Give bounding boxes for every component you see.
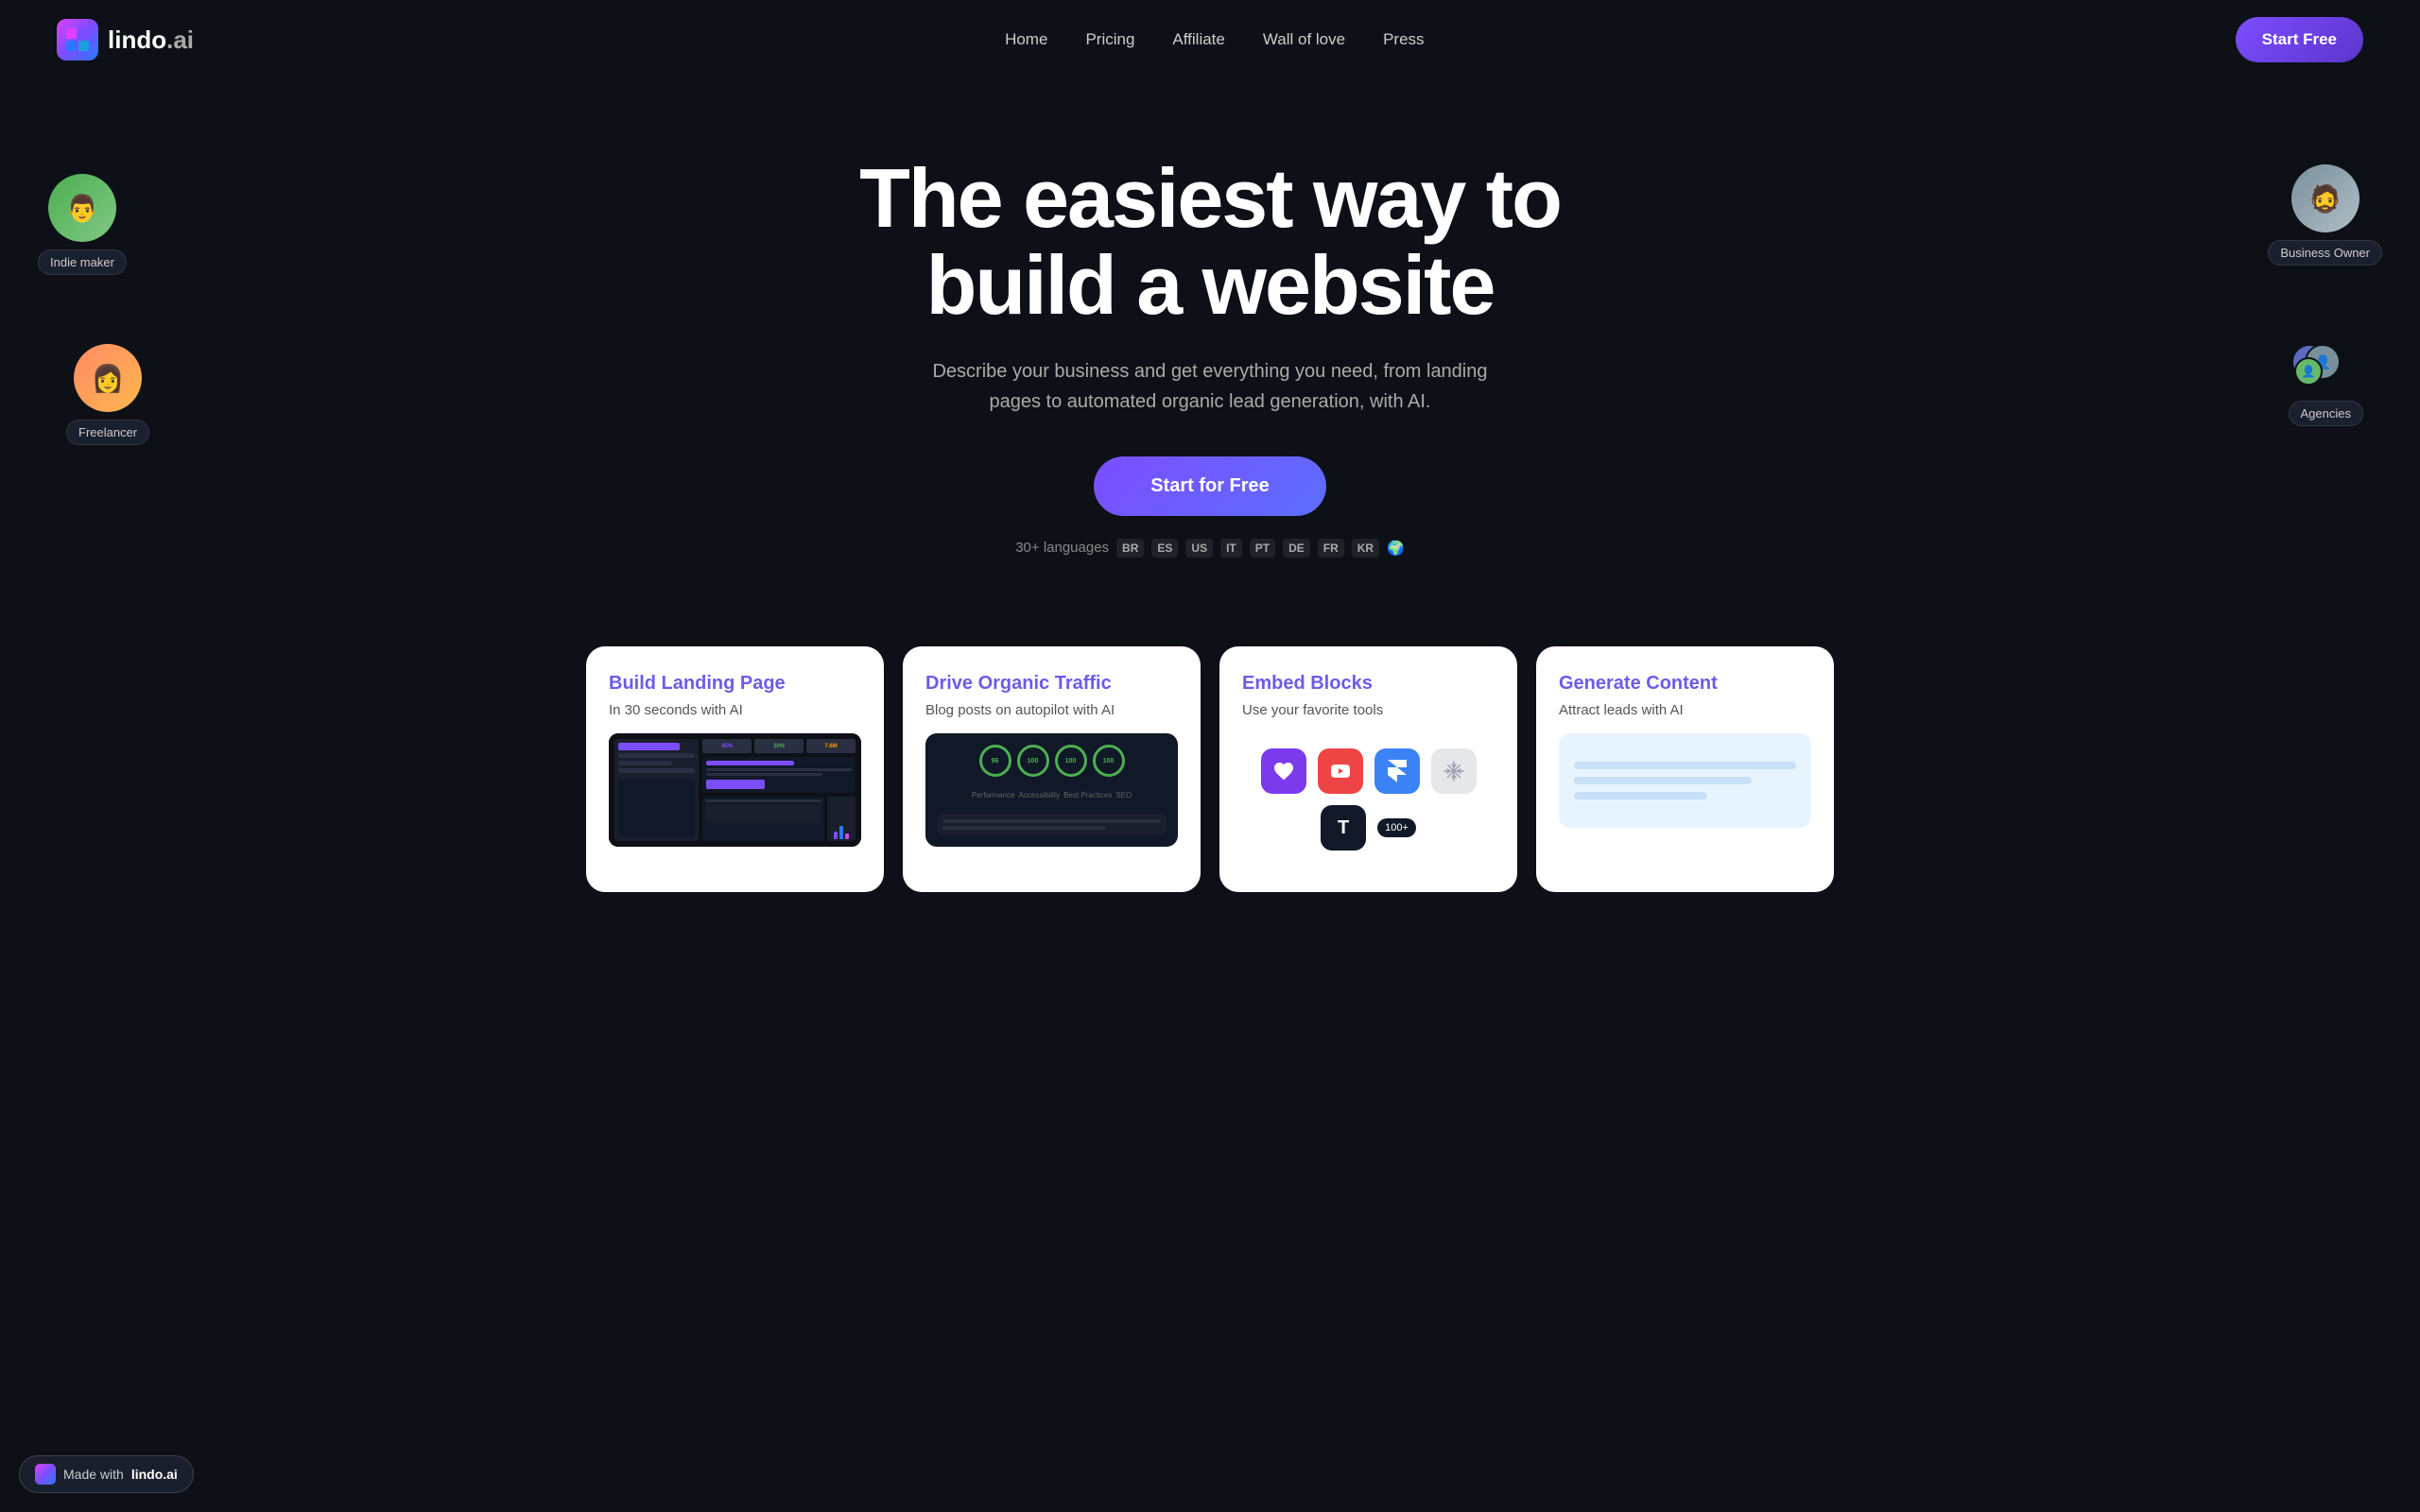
- lang-kr: KR: [1352, 539, 1379, 558]
- made-with-brand: lindo.ai: [131, 1467, 178, 1482]
- feature-embed-title: Embed Blocks: [1242, 673, 1495, 695]
- feature-generate-subtitle: Attract leads with AI: [1559, 702, 1811, 718]
- logo-text: lindo.ai: [108, 26, 194, 55]
- nav-links: Home Pricing Affiliate Wall of love Pres…: [1005, 30, 1424, 49]
- hero-cta-button[interactable]: Start for Free: [1094, 456, 1326, 516]
- made-with-text: Made with: [63, 1467, 124, 1482]
- nav-affiliate[interactable]: Affiliate: [1172, 30, 1224, 49]
- hero-headline: The easiest way to build a website: [859, 155, 1561, 330]
- feature-card-traffic: Drive Organic Traffic Blog posts on auto…: [903, 646, 1201, 892]
- features-section: Build Landing Page In 30 seconds with AI…: [548, 627, 1872, 949]
- feature-generate-title: Generate Content: [1559, 673, 1811, 695]
- business-label: Business Owner: [2268, 240, 2382, 266]
- nav-home[interactable]: Home: [1005, 30, 1047, 49]
- embed-icon-framer: [1374, 748, 1420, 794]
- logo[interactable]: lindo.ai: [57, 19, 194, 60]
- persona-business: 🧔 Business Owner: [2268, 164, 2382, 266]
- nav-wall-of-love[interactable]: Wall of love: [1263, 30, 1345, 49]
- start-free-button[interactable]: Start Free: [2236, 17, 2363, 62]
- made-with-logo-icon: [35, 1464, 56, 1485]
- indie-avatar: 👨: [48, 174, 116, 242]
- freelancer-label: Freelancer: [66, 420, 149, 445]
- feature-card-generate: Generate Content Attract leads with AI: [1536, 646, 1834, 892]
- hero-section: 👨 Indie maker 👩 Freelancer 🧔 Business Ow…: [0, 79, 2420, 627]
- feature-traffic-subtitle: Blog posts on autopilot with AI: [925, 702, 1178, 718]
- persona-agencies: 👤 👤 👤 Agencies: [2289, 344, 2363, 426]
- navbar: lindo.ai Home Pricing Affiliate Wall of …: [0, 0, 2420, 79]
- feature-traffic-title: Drive Organic Traffic: [925, 673, 1178, 695]
- made-with-badge[interactable]: Made with lindo.ai: [19, 1455, 194, 1493]
- nav-pricing[interactable]: Pricing: [1085, 30, 1134, 49]
- lang-pt: PT: [1250, 539, 1275, 558]
- agencies-label: Agencies: [2289, 401, 2363, 426]
- lang-br: BR: [1116, 539, 1144, 558]
- feature-card-landing: Build Landing Page In 30 seconds with AI…: [586, 646, 884, 892]
- logo-icon: [57, 19, 98, 60]
- embed-icon-heart: [1261, 748, 1306, 794]
- freelancer-avatar: 👩: [74, 344, 142, 412]
- feature-landing-title: Build Landing Page: [609, 673, 861, 695]
- lang-fr: FR: [1318, 539, 1344, 558]
- indie-label: Indie maker: [38, 249, 127, 275]
- feature-embed-subtitle: Use your favorite tools: [1242, 702, 1495, 718]
- globe-icon: 🌍: [1387, 540, 1405, 557]
- embed-icons-preview: T 100+: [1242, 733, 1495, 866]
- lang-us: US: [1185, 539, 1213, 558]
- feature-card-embed: Embed Blocks Use your favorite tools T 1…: [1219, 646, 1517, 892]
- feature-landing-subtitle: In 30 seconds with AI: [609, 702, 861, 718]
- embed-icon-snow: [1431, 748, 1477, 794]
- embed-count-badge: 100+: [1377, 818, 1416, 837]
- lang-es: ES: [1151, 539, 1178, 558]
- persona-freelancer: 👩 Freelancer: [66, 344, 149, 445]
- nav-press[interactable]: Press: [1383, 30, 1424, 49]
- embed-icon-t: T: [1321, 805, 1366, 850]
- business-avatar: 🧔: [2291, 164, 2360, 232]
- embed-icon-youtube: [1318, 748, 1363, 794]
- lang-de: DE: [1283, 539, 1310, 558]
- landing-preview: 95% 30% 7.6M: [609, 733, 861, 847]
- languages-line: 30+ languages BR ES US IT PT DE FR KR 🌍: [1015, 539, 1405, 558]
- lang-it: IT: [1220, 539, 1242, 558]
- persona-indie: 👨 Indie maker: [38, 174, 127, 275]
- hero-subtitle: Describe your business and get everythin…: [908, 356, 1512, 417]
